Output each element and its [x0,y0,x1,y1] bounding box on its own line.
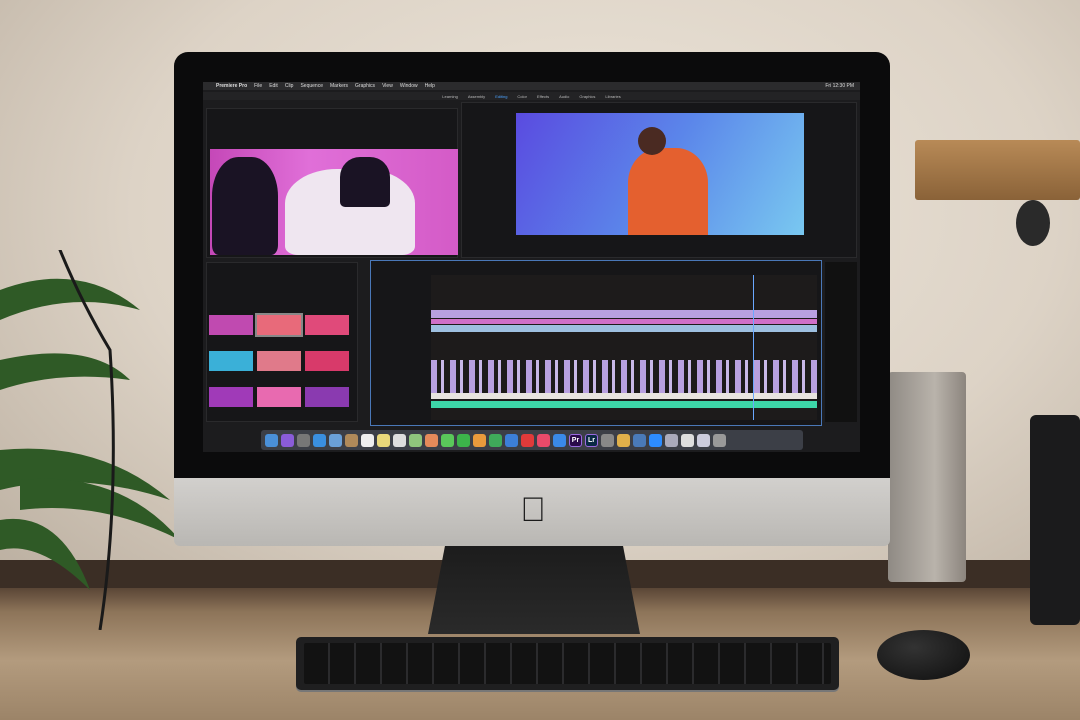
imac-stand [428,546,640,634]
program-monitor [461,102,857,258]
pages-icon[interactable] [473,433,486,447]
music-icon[interactable] [537,433,550,447]
notes-icon[interactable] [377,433,390,447]
menu-edit[interactable]: Edit [269,83,278,89]
reminders-icon[interactable] [393,433,406,447]
audio-track-clips[interactable] [431,401,817,408]
system-preferences-icon[interactable] [601,433,614,447]
preview-icon[interactable] [665,433,678,447]
mouse [877,630,970,680]
mail-icon[interactable] [329,433,342,447]
keyboard [296,637,839,690]
plant [0,250,180,630]
facetime-icon[interactable] [457,433,470,447]
menu-markers[interactable]: Markers [330,83,348,89]
menu-help[interactable]: Help [425,83,435,89]
contacts-icon[interactable] [345,433,358,447]
menu-clip[interactable]: Clip [285,83,294,89]
video-track-clips[interactable] [431,325,817,332]
trash-icon[interactable] [713,433,726,447]
video-track-clips[interactable] [431,393,817,399]
video-track-clips[interactable] [431,319,817,324]
audio-meter [825,262,857,422]
lightroom-icon[interactable]: Lr [585,433,598,447]
menu-sequence[interactable]: Sequence [300,83,323,89]
finder-icon[interactable] [265,433,278,447]
messages-icon[interactable] [441,433,454,447]
news-icon[interactable] [521,433,534,447]
premiere-pro-icon[interactable]: Pr [569,433,582,447]
clip-thumbnail[interactable] [209,351,253,371]
numbers-icon[interactable] [489,433,502,447]
source-monitor [206,108,458,258]
workspace-color[interactable]: Color [517,94,527,99]
apple-logo-icon:  [516,490,550,530]
keynote-icon[interactable] [505,433,518,447]
playhead[interactable] [753,275,754,420]
workspace-assembly[interactable]: Assembly [468,94,485,99]
clip-thumbnail[interactable] [305,351,349,371]
dock: Pr Lr [261,430,803,450]
screen: Premiere Pro File Edit Clip Sequence Mar… [203,82,860,452]
menu-window[interactable]: Window [400,83,418,89]
clip-thumbnail[interactable] [305,387,349,407]
workspace-audio[interactable]: Audio [559,94,569,99]
project-panel [206,262,358,422]
workspace-graphics[interactable]: Graphics [579,94,595,99]
menu-view[interactable]: View [382,83,393,89]
speaker [888,372,966,582]
timeline-tracks[interactable] [431,275,817,420]
quicktime-icon[interactable] [633,433,646,447]
app-store-icon[interactable] [553,433,566,447]
program-video-frame [516,113,804,235]
photos-icon[interactable] [425,433,438,447]
workspace-libraries[interactable]: Libraries [605,94,620,99]
menu-file[interactable]: File [254,83,262,89]
document-icon[interactable] [681,433,694,447]
clip-thumbnail[interactable] [257,387,301,407]
clip-thumbnail[interactable] [209,315,253,335]
launchpad-icon[interactable] [297,433,310,447]
shelf-bracket [1016,200,1050,246]
clock: Fri 12:30 PM [825,83,854,89]
workspace-effects[interactable]: Effects [537,94,549,99]
menu-premiere-pro[interactable]: Premiere Pro [216,83,247,89]
wooden-shelf [915,140,1080,200]
clip-thumbnail[interactable] [255,313,303,337]
menu-graphics[interactable]: Graphics [355,83,375,89]
calendar-icon[interactable] [361,433,374,447]
menu-bar: Premiere Pro File Edit Clip Sequence Mar… [203,82,860,90]
timeline-panel [370,260,822,426]
person-orange-jacket [628,148,708,235]
source-video-frame [210,149,458,255]
clip-thumbnail[interactable] [209,387,253,407]
video-track-clips[interactable] [431,310,817,318]
clip-thumbnail[interactable] [257,351,301,371]
workspace-learning[interactable]: Learning [442,94,458,99]
siri-icon[interactable] [281,433,294,447]
clip-thumbnail[interactable] [305,315,349,335]
folder-icon[interactable] [617,433,630,447]
safari-icon[interactable] [313,433,326,447]
workspace-editing[interactable]: Editing [495,94,507,99]
zoom-icon[interactable] [649,433,662,447]
downloads-icon[interactable] [697,433,710,447]
subwoofer [1030,415,1080,625]
maps-icon[interactable] [409,433,422,447]
workspace-bar: Learning Assembly Editing Color Effects … [203,92,860,100]
